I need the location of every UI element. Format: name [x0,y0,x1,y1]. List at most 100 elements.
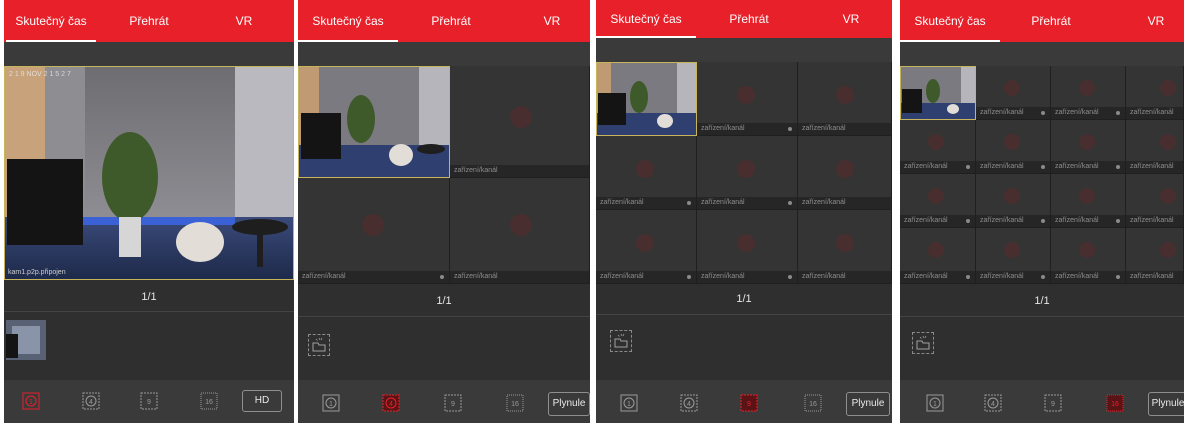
tab-live[interactable]: Skutečný čas [302,0,394,42]
tab-playback[interactable]: Přehrát [1016,0,1086,42]
video-cell-6[interactable]: zařízení/kanál [798,136,892,210]
empty-folder-slot[interactable] [610,330,632,352]
layout-bar: 1 4 9 16 [596,380,892,423]
layout-9-button[interactable]: 9 [444,394,462,412]
video-cell-1[interactable] [298,66,450,178]
tab-vr[interactable]: VR [1140,0,1172,42]
layout-4-button[interactable]: 4 [382,394,400,412]
smooth-playback-button[interactable]: Plynule [846,392,890,416]
smooth-playback-button[interactable]: Plynule [1148,392,1184,416]
tab-vr[interactable]: VR [534,0,570,42]
status-dot [788,275,792,279]
video-cell-12[interactable]: zařízení/kanál [1126,174,1184,228]
video-cell-11[interactable]: zařízení/kanál [1051,174,1126,228]
video-grid: zařízení/kanál zařízení/kanál zařízení/k… [596,62,892,284]
layout-9-button[interactable]: 9 [140,392,158,410]
video-cell-15[interactable]: zařízení/kanál [1051,228,1126,284]
tab-playback[interactable]: Přehrát [416,0,486,42]
cell-footer: zařízení/kanál [596,197,696,209]
video-cell-3[interactable]: zařízení/kanál [798,62,892,136]
camera-logo-icon [1079,242,1095,258]
video-cell-1[interactable] [596,62,697,136]
video-cell-2[interactable]: zařízení/kanál [450,66,590,178]
video-cell-4[interactable]: zařízení/kanál [596,136,697,210]
video-cell-2[interactable]: zařízení/kanál [697,62,798,136]
svg-text:16: 16 [511,401,519,408]
video-cell-1[interactable]: 2 1 9 NOV 2 1 5 2 7 kam1.p2p.připojen [4,66,294,280]
layout-1-button[interactable]: 1 [22,392,40,410]
cell-footer: zařízení/kanál [976,107,1050,119]
cell-footer: zařízení/kanál [1126,271,1183,283]
video-cell-8[interactable]: zařízení/kanál [1126,120,1184,174]
cell-footer: zařízení/kanál [298,271,449,283]
video-grid: zařízení/kanál zařízení/kanál zařízení/k… [298,66,590,284]
status-dot [440,275,444,279]
tab-live[interactable]: Skutečný čas [6,0,96,42]
layout-bar: 1 4 9 16 [298,380,590,423]
layout-4-button[interactable]: 4 [82,392,100,410]
cell-footer: zařízení/kanál [900,271,975,283]
video-cell-7[interactable]: zařízení/kanál [596,210,697,284]
layout-1-icon: 1 [22,392,40,410]
layout-bar: 1 4 9 16 [900,380,1184,423]
video-cell-4[interactable]: zařízení/kanál [1126,66,1184,120]
empty-folder-slot[interactable] [912,332,934,354]
screenshot-root: Skutečný čas Přehrát VR 2 1 9 NOV 2 1 5 … [0,0,1184,423]
camera-logo-icon [737,160,755,178]
video-cell-7[interactable]: zařízení/kanál [1051,120,1126,174]
video-cell-1[interactable] [900,66,976,120]
empty-folder-slot[interactable] [308,334,330,356]
video-cell-9[interactable]: zařízení/kanál [900,174,976,228]
video-cell-5[interactable]: zařízení/kanál [900,120,976,174]
tab-playback[interactable]: Přehrát [114,0,184,42]
svg-text:1: 1 [329,401,333,408]
status-dot [1116,219,1120,223]
channel-label: zařízení/kanál [1130,273,1174,280]
tab-bar: Skutečný čas Přehrát VR [4,0,294,42]
layout-4-button[interactable]: 4 [984,394,1002,412]
video-cell-3[interactable]: zařízení/kanál [298,178,450,284]
tab-vr[interactable]: VR [834,0,868,38]
video-cell-10[interactable]: zařízení/kanál [976,174,1051,228]
video-cell-8[interactable]: zařízení/kanál [697,210,798,284]
layout-4-icon: 4 [680,394,698,412]
divider [298,316,590,317]
video-cell-16[interactable]: zařízení/kanál [1126,228,1184,284]
layout-1-button[interactable]: 1 [322,394,340,412]
layout-16-button[interactable]: 16 [200,392,218,410]
tab-vr[interactable]: VR [224,0,264,42]
channel-label: zařízení/kanál [802,199,846,206]
channel-label: zařízení/kanál [1130,163,1174,170]
layout-9-button[interactable]: 9 [740,394,758,412]
svg-text:9: 9 [1051,401,1055,408]
layout-16-button[interactable]: 16 [804,394,822,412]
video-cell-5[interactable]: zařízení/kanál [697,136,798,210]
tab-live[interactable]: Skutečný čas [904,0,996,42]
tab-playback[interactable]: Přehrát [714,0,784,38]
tab-live[interactable]: Skutečný čas [602,0,690,38]
video-grid: 2 1 9 NOV 2 1 5 2 7 kam1.p2p.připojen [4,66,294,280]
video-cell-13[interactable]: zařízení/kanál [900,228,976,284]
layout-4-button[interactable]: 4 [680,394,698,412]
camera-logo-icon [1160,188,1176,204]
video-cell-4[interactable]: zařízení/kanál [450,178,590,284]
cell-footer: zařízení/kanál [697,197,797,209]
layout-1-button[interactable]: 1 [926,394,944,412]
video-cell-14[interactable]: zařízení/kanál [976,228,1051,284]
video-cell-3[interactable]: zařízení/kanál [1051,66,1126,120]
camera-logo-icon [928,134,944,150]
video-cell-6[interactable]: zařízení/kanál [976,120,1051,174]
layout-16-button[interactable]: 16 [506,394,524,412]
layout-16-icon: 16 [1106,394,1124,412]
layout-1-button[interactable]: 1 [620,394,638,412]
layout-16-button[interactable]: 16 [1106,394,1124,412]
recent-thumbnail[interactable] [6,320,46,360]
folder-icon [614,333,628,348]
layout-9-button[interactable]: 9 [1044,394,1062,412]
cell-footer: zařízení/kanál [976,215,1050,227]
smooth-playback-button[interactable]: Plynule [548,392,590,416]
quality-hd-button[interactable]: HD [242,390,282,412]
video-cell-9[interactable]: zařízení/kanál [798,210,892,284]
video-cell-2[interactable]: zařízení/kanál [976,66,1051,120]
toolbar-strip [900,42,1184,66]
